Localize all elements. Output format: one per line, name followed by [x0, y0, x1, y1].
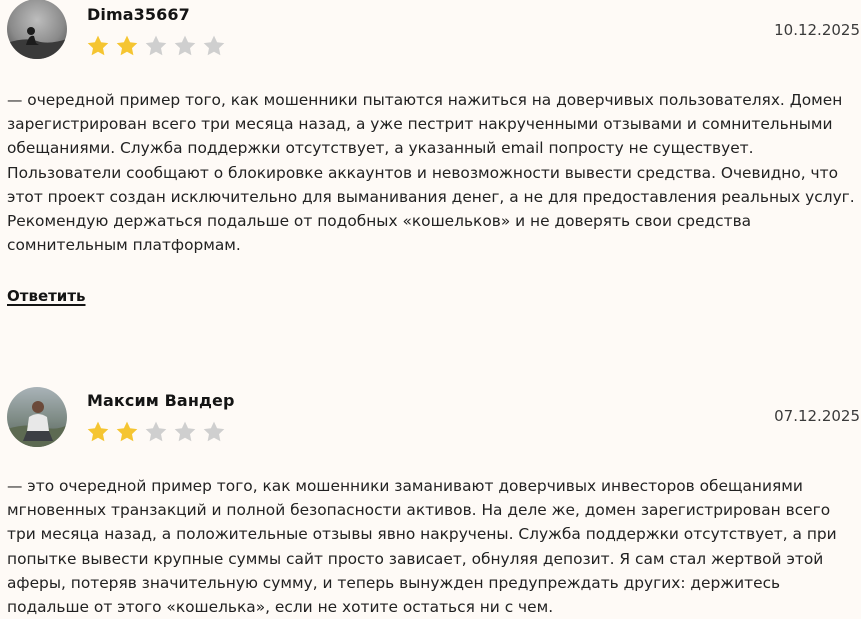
rating-stars	[86, 420, 226, 444]
star-icon	[145, 35, 167, 56]
review-author: Dima35667	[87, 5, 190, 24]
reply-link[interactable]: Ответить	[7, 287, 86, 305]
star-icon	[174, 421, 196, 442]
rating-stars	[86, 34, 226, 58]
star-icon	[87, 35, 109, 56]
review-author: Максим Вандер	[87, 391, 235, 410]
star-icon	[203, 421, 225, 442]
star-icon	[87, 421, 109, 442]
review-text: — это очередной пример того, как мошенни…	[7, 477, 837, 617]
avatar[interactable]	[7, 387, 67, 447]
review-date: 10.12.2025	[774, 21, 860, 39]
star-icon	[116, 421, 138, 442]
star-icon	[174, 35, 196, 56]
star-icon	[116, 35, 138, 56]
review-date: 07.12.2025	[774, 407, 860, 425]
avatar[interactable]	[7, 0, 67, 59]
star-icon	[145, 421, 167, 442]
star-icon	[203, 35, 225, 56]
review-text: — очередной пример того, как мошенники п…	[7, 91, 855, 255]
